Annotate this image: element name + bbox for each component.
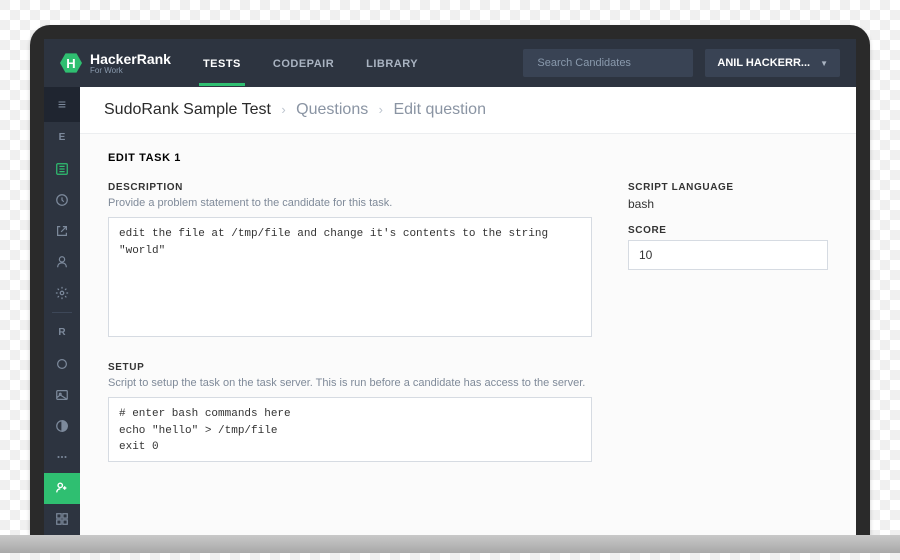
script-language-value: bash [628,197,828,211]
app-screen: H HackerRank For Work TESTS CODEPAIR LIB… [44,39,856,535]
setup-label: SETUP [108,362,592,373]
nav-tabs: TESTS CODEPAIR LIBRARY [199,41,422,86]
description-helper: Provide a problem statement to the candi… [108,197,592,209]
brand-name: HackerRank [90,52,171,66]
left-sidebar: ≡ E R [44,87,80,535]
setup-helper: Script to setup the task on the task ser… [108,377,592,389]
tab-tests[interactable]: TESTS [199,41,245,86]
content-area: SudoRank Sample Test › Questions › Edit … [80,87,856,535]
clock-icon[interactable] [44,184,80,215]
external-link-icon[interactable] [44,215,80,246]
sidebar-divider [52,312,72,313]
tab-codepair[interactable]: CODEPAIR [269,41,338,86]
score-label: SCORE [628,225,828,236]
circle-icon[interactable] [44,348,80,379]
image-icon[interactable] [44,380,80,411]
description-textarea[interactable] [108,217,592,337]
user-icon[interactable] [44,246,80,277]
top-nav: H HackerRank For Work TESTS CODEPAIR LIB… [44,39,856,87]
brand-subtitle: For Work [90,66,171,75]
grid-icon[interactable] [44,504,80,535]
chevron-down-icon: ▼ [820,59,828,68]
logo-hex-icon: H [60,52,82,74]
breadcrumb-root[interactable]: SudoRank Sample Test [104,101,271,118]
chevron-right-icon: › [281,102,285,117]
description-label: DESCRIPTION [108,182,592,193]
brand-logo[interactable]: H HackerRank For Work [60,52,171,75]
laptop-frame: H HackerRank For Work TESTS CODEPAIR LIB… [30,25,870,535]
sidebar-section-e[interactable]: E [44,122,80,153]
main-panel: EDIT TASK 1 DESCRIPTION Provide a proble… [80,134,856,535]
gear-icon[interactable] [44,277,80,308]
edit-task-title: EDIT TASK 1 [108,152,828,164]
menu-icon[interactable]: ≡ [44,87,80,122]
chevron-right-icon: › [379,102,383,117]
breadcrumb-mid[interactable]: Questions [296,101,368,118]
script-language-label: SCRIPT LANGUAGE [628,182,828,193]
add-user-button[interactable] [44,473,80,504]
more-icon[interactable] [44,442,80,473]
user-menu[interactable]: ANIL HACKERR... ▼ [705,49,840,77]
breadcrumb-leaf: Edit question [393,101,486,118]
tab-library[interactable]: LIBRARY [362,41,422,86]
search-input[interactable] [523,49,693,77]
setup-textarea[interactable] [108,397,592,462]
list-icon[interactable] [44,153,80,184]
sidebar-section-r[interactable]: R [44,317,80,348]
contrast-icon[interactable] [44,411,80,442]
user-label: ANIL HACKERR... [717,57,810,69]
breadcrumb: SudoRank Sample Test › Questions › Edit … [80,87,856,134]
score-input[interactable] [628,240,828,270]
